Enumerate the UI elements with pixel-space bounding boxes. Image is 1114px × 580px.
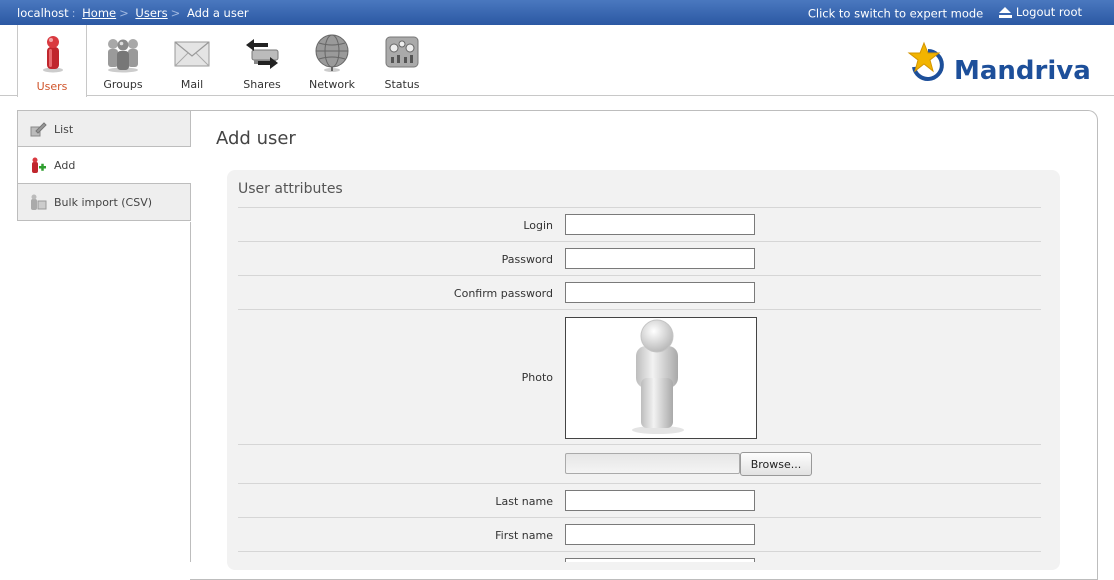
confirm-password-label: Confirm password [453,287,553,300]
photo-preview [565,317,757,439]
module-mail-label: Mail [180,78,204,91]
logout-link[interactable]: Logout root [998,5,1082,19]
status-icon [385,36,419,68]
next-field-input[interactable] [565,558,755,562]
module-users[interactable]: Users [17,25,87,97]
module-shares-label: Shares [243,78,281,91]
form-row-password: Password [238,241,1041,275]
add-user-icon [32,157,46,173]
nav-item-list-label: List [54,123,74,136]
login-input[interactable] [565,214,755,235]
nav-item-bulk-import-label: Bulk import (CSV) [54,196,153,209]
form-row-first-name: First name [238,517,1041,551]
form-row-login: Login [238,207,1041,241]
photo-label: Photo [521,371,553,384]
first-name-label: First name [495,529,553,542]
form-row-last-name: Last name [238,483,1041,517]
module-status[interactable]: Status [367,25,437,96]
logout-label: Logout root [1015,5,1082,19]
expert-mode-link[interactable]: Click to switch to expert mode [808,7,983,21]
last-name-label: Last name [495,495,553,508]
breadcrumb: localhost: Home > Users > Add a user [17,6,249,20]
module-network-label: Network [309,78,355,91]
first-name-input[interactable] [565,524,755,545]
nav-item-bulk-import[interactable]: Bulk import (CSV) [17,184,191,221]
confirm-password-input[interactable] [565,282,755,303]
breadcrumb-current: Add a user [186,6,249,20]
mandriva-logo: Mandriva [907,41,1090,86]
breadcrumb-home-link[interactable]: Home [82,6,116,20]
form-row-next [238,551,1041,562]
list-icon [30,122,47,137]
password-input[interactable] [565,248,755,269]
brand-text: Mandriva [954,56,1090,86]
users-icon [43,36,63,73]
eject-icon [998,6,1012,18]
module-shares[interactable]: Shares [227,25,297,96]
nav-item-list[interactable]: List [17,110,191,147]
form-row-photo-upload: Browse... [238,444,1041,482]
login-label: Login [523,219,553,232]
form-row-photo: Photo [238,309,1041,444]
browse-button[interactable]: Browse... [740,452,812,476]
module-network[interactable]: Network [297,25,367,96]
bulk-import-icon [31,194,47,210]
mail-icon [174,41,210,67]
nav-item-add[interactable]: Add [17,147,191,184]
module-groups[interactable]: Groups [88,25,158,96]
form-row-confirm-password: Confirm password [238,275,1041,309]
shares-icon [246,39,279,69]
breadcrumb-host: localhost [17,6,69,20]
nav-item-add-label: Add [54,159,76,172]
module-status-label: Status [384,78,420,91]
page-title: Add user [216,128,296,149]
groups-icon [108,39,138,73]
breadcrumb-users-link[interactable]: Users [135,6,167,20]
photo-file-path[interactable] [565,453,740,474]
user-silhouette-icon [632,319,684,434]
module-bar: Users Groups Mail Shares Network Status … [0,25,1114,97]
top-bar: localhost: Home > Users > Add a user Click… [0,0,1114,25]
module-mail[interactable]: Mail [157,25,227,96]
network-icon [315,34,349,72]
last-name-input[interactable] [565,490,755,511]
module-users-label: Users [36,80,68,93]
section-title: User attributes [238,181,343,197]
side-nav: List Add Bulk import (CSV) [17,110,191,221]
module-groups-label: Groups [103,78,143,91]
password-label: Password [501,253,553,266]
